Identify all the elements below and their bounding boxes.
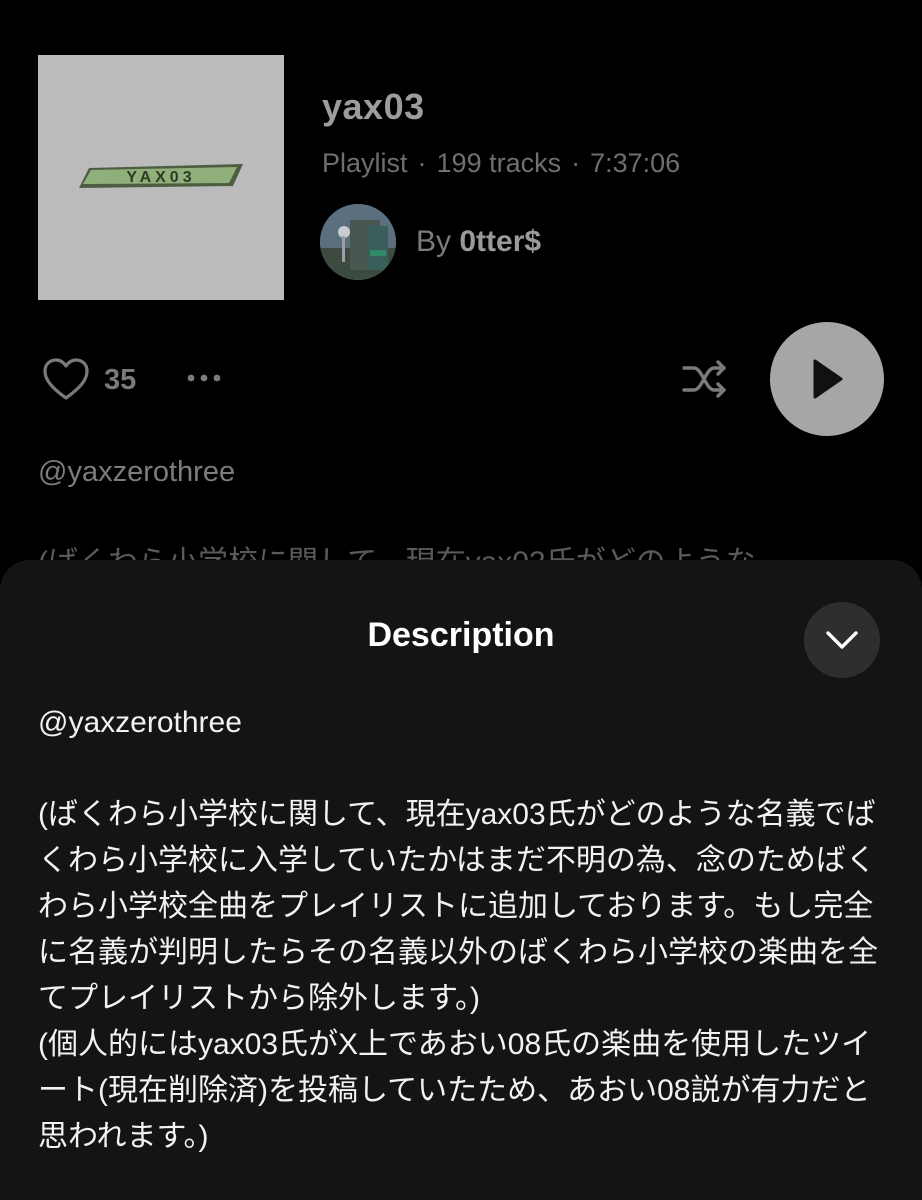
shuffle-icon	[682, 360, 726, 398]
playlist-duration: 7:37:06	[590, 148, 681, 178]
chevron-down-icon	[826, 631, 858, 649]
heart-icon	[43, 358, 89, 400]
more-options-button[interactable]	[186, 368, 222, 393]
shuffle-button[interactable]	[680, 356, 730, 407]
playlist-title: yax03	[322, 86, 425, 127]
playlist-owner[interactable]: By 0tter$	[320, 204, 541, 280]
description-body: @yaxzerothree (ばくわら小学校に関して、現在yax03氏がどのよう…	[38, 700, 888, 1160]
track-count: 199 tracks	[436, 148, 562, 178]
description-handle: @yaxzerothree	[38, 456, 236, 488]
avatar[interactable]	[320, 204, 396, 280]
description-handle-full: @yaxzerothree	[38, 706, 242, 739]
cover-logo-text: YAX03	[126, 169, 195, 186]
meta-separator: ·	[571, 148, 581, 178]
description-paragraph: (ばくわら小学校に関して、現在yax03氏がどのような名義でばくわら小学校に入学…	[38, 798, 878, 1015]
play-icon	[813, 359, 843, 399]
like-button[interactable]: 35	[42, 358, 136, 402]
playlist-type: Playlist	[322, 148, 408, 178]
owner-label: By 0tter$	[416, 225, 541, 259]
cover-logo: YAX03	[79, 163, 243, 188]
play-button[interactable]	[770, 322, 884, 436]
description-preview[interactable]: (ばくわら小学校に関して、現在yax03氏がどのような	[38, 533, 922, 563]
sheet-title: Description	[367, 616, 555, 654]
owner-name[interactable]: 0tter$	[459, 225, 541, 258]
more-dots-icon	[187, 374, 221, 382]
by-prefix: By	[416, 225, 452, 258]
like-count: 35	[104, 363, 137, 396]
description-sheet: Description @yaxzerothree (ばくわら小学校に関して、現…	[0, 560, 922, 1200]
playlist-meta: Playlist · 199 tracks · 7:37:06	[322, 148, 680, 179]
description-paragraph: (個人的にはyax03氏がX上であおい08氏の楽曲を使用したツイート(現在削除済…	[38, 1028, 872, 1153]
meta-separator: ·	[417, 148, 427, 178]
collapse-button[interactable]	[804, 602, 880, 678]
playlist-cover[interactable]: YAX03	[38, 55, 284, 300]
